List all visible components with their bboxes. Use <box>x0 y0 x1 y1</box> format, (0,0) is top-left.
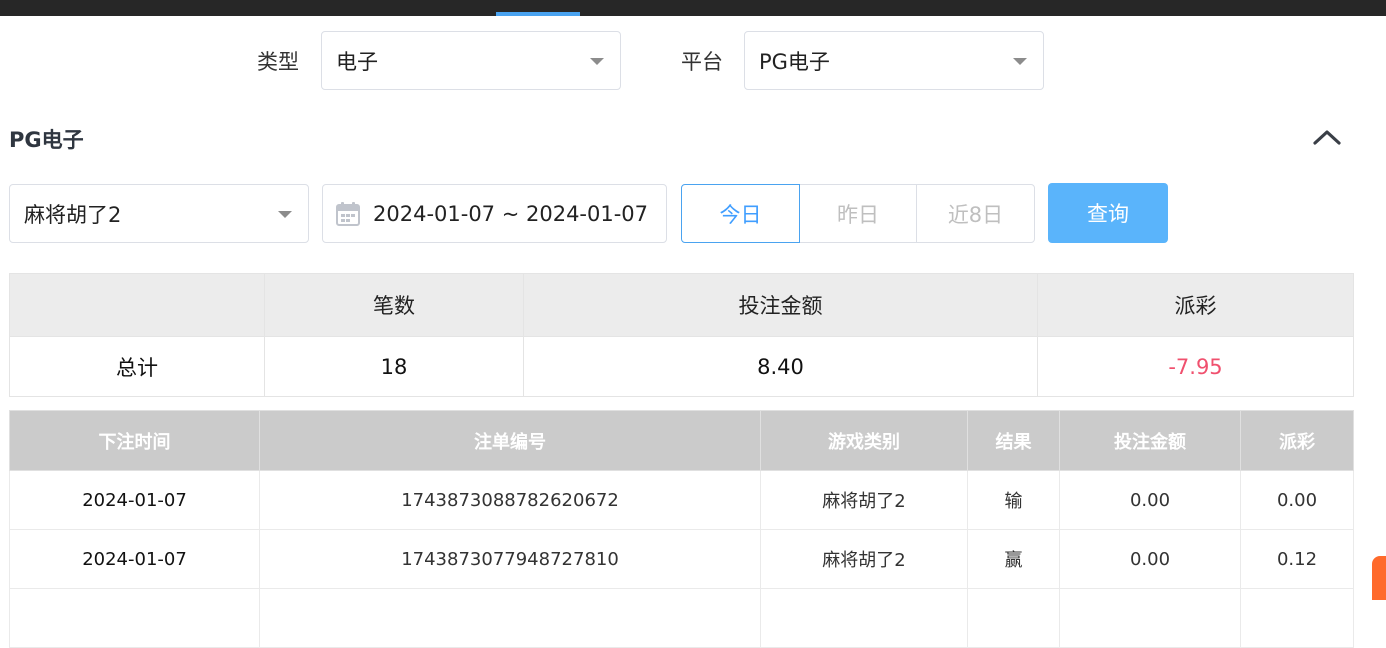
cell-payout <box>1240 588 1354 648</box>
table-row[interactable]: 2024-01-07 1743873077948727810 麻将胡了2 赢 0… <box>9 529 1354 589</box>
cell-game-type: 麻将胡了2 <box>760 470 968 530</box>
cell-bet-amount: 0.00 <box>1059 529 1241 589</box>
range-today-button[interactable]: 今日 <box>681 184 800 243</box>
game-select-value: 麻将胡了2 <box>24 202 122 227</box>
records-header-row: 下注时间 注单编号 游戏类别 结果 投注金额 派彩 <box>9 410 1354 471</box>
column-header-bet-amount: 投注金额 <box>1059 410 1241 471</box>
platform-select-value: PG电子 <box>759 49 830 74</box>
cell-order-id: 1743873077948727810 <box>259 529 761 589</box>
date-range-picker[interactable]: 2024-01-07 ~ 2024-01-07 <box>322 184 667 243</box>
column-header-bet-time: 下注时间 <box>9 410 260 471</box>
chevron-down-icon <box>278 210 292 218</box>
column-header-game-type: 游戏类别 <box>760 410 968 471</box>
cell-result: 赢 <box>967 529 1060 589</box>
cell-bet-amount: 0.00 <box>1059 470 1241 530</box>
summary-header-payout: 派彩 <box>1037 273 1354 337</box>
date-range-text: 2024-01-07 ~ 2024-01-07 <box>373 201 649 226</box>
type-label: 类型 <box>257 50 299 74</box>
summary-total-payout: -7.95 <box>1037 336 1354 397</box>
cell-bet-time <box>9 588 260 648</box>
summary-header-blank <box>9 273 265 337</box>
summary-header-count: 笔数 <box>264 273 524 337</box>
search-button[interactable]: 查询 <box>1048 183 1168 243</box>
summary-total-bet: 8.40 <box>523 336 1038 397</box>
cell-result: 输 <box>967 470 1060 530</box>
platform-select[interactable]: PG电子 <box>744 31 1044 90</box>
table-row[interactable]: 2024-01-07 1743873088782620672 麻将胡了2 输 0… <box>9 470 1354 530</box>
column-header-result: 结果 <box>967 410 1060 471</box>
chevron-down-icon <box>1013 57 1027 65</box>
cell-bet-time: 2024-01-07 <box>9 529 260 589</box>
cell-bet-time: 2024-01-07 <box>9 470 260 530</box>
column-header-payout: 派彩 <box>1240 410 1354 471</box>
column-header-order-id: 注单编号 <box>259 410 761 471</box>
cell-payout: 0.00 <box>1240 470 1354 530</box>
chevron-down-icon <box>590 57 604 65</box>
summary-table: 笔数 投注金额 派彩 总计 18 8.40 -7.95 <box>9 273 1354 397</box>
section-title: PG电子 <box>9 128 84 152</box>
floating-widget-edge[interactable] <box>1372 556 1386 600</box>
type-select-value: 电子 <box>336 49 378 74</box>
cell-result <box>967 588 1060 648</box>
top-nav-bar <box>0 0 1386 16</box>
range-yesterday-button[interactable]: 昨日 <box>799 184 917 243</box>
summary-header-bet: 投注金额 <box>523 273 1038 337</box>
summary-total-row: 总计 18 8.40 -7.95 <box>9 336 1354 397</box>
cell-order-id: 1743873088782620672 <box>259 470 761 530</box>
calendar-icon <box>336 201 360 226</box>
cell-game-type: 麻将胡了2 <box>760 529 968 589</box>
type-select[interactable]: 电子 <box>321 31 621 90</box>
cell-order-id <box>259 588 761 648</box>
bet-records-table: 下注时间 注单编号 游戏类别 结果 投注金额 派彩 2024-01-07 174… <box>9 410 1354 648</box>
chevron-up-icon[interactable] <box>1312 124 1342 148</box>
cell-payout: 0.12 <box>1240 529 1354 589</box>
range-8days-button[interactable]: 近8日 <box>916 184 1035 243</box>
active-tab-indicator <box>496 12 580 16</box>
game-select[interactable]: 麻将胡了2 <box>9 184 309 243</box>
summary-total-label: 总计 <box>9 336 265 397</box>
cell-game-type <box>760 588 968 648</box>
summary-header-row: 笔数 投注金额 派彩 <box>9 273 1354 337</box>
table-row[interactable] <box>9 588 1354 648</box>
platform-label: 平台 <box>681 50 723 74</box>
summary-total-count: 18 <box>264 336 524 397</box>
cell-bet-amount <box>1059 588 1241 648</box>
